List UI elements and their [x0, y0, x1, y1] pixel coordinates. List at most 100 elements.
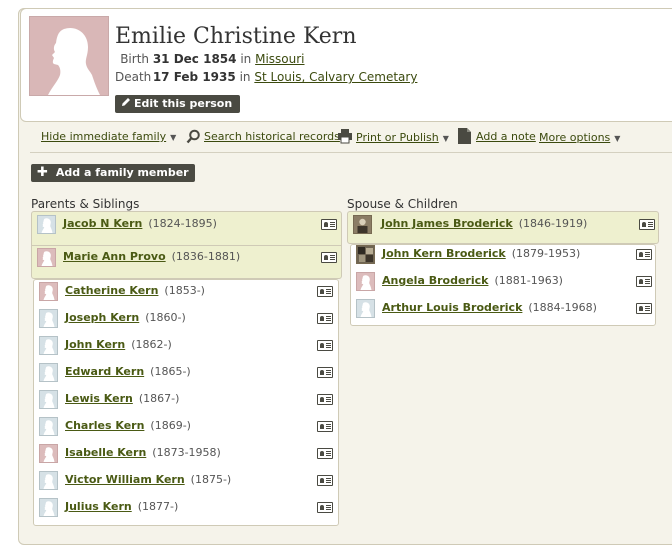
- hide-family-label: Hide immediate family: [41, 130, 167, 143]
- person-link[interactable]: John Kern Broderick (1879-1953): [382, 247, 580, 260]
- person-link[interactable]: Marie Ann Provo (1836-1881): [63, 250, 240, 263]
- add-family-member-button[interactable]: ✚ Add a family member: [31, 164, 195, 182]
- profile-card-icon[interactable]: [317, 475, 333, 486]
- spouse-row[interactable]: John James Broderick (1846-1919): [347, 211, 659, 238]
- profile-card-icon[interactable]: [317, 313, 333, 324]
- person-row[interactable]: Victor William Kern (1875-): [33, 467, 339, 494]
- person-link[interactable]: Lewis Kern (1867-): [65, 392, 179, 405]
- person-link[interactable]: Jacob N Kern (1824-1895): [63, 217, 217, 230]
- person-dates: (1846-1919): [518, 217, 588, 230]
- person-link[interactable]: John James Broderick (1846-1919): [381, 217, 587, 230]
- plus-icon: ✚: [37, 165, 48, 180]
- profile-card-icon[interactable]: [636, 303, 652, 314]
- print-publish-label: Print or Publish: [356, 131, 439, 144]
- person-dates: (1836-1881): [171, 250, 241, 263]
- person-photo-icon[interactable]: [353, 215, 372, 234]
- death-place-link[interactable]: St Louis, Calvary Cemetary: [254, 70, 417, 84]
- person-link[interactable]: Arthur Louis Broderick (1884-1968): [382, 301, 597, 314]
- person-row[interactable]: Joseph Kern (1860-): [33, 305, 339, 332]
- person-photo-icon[interactable]: [356, 245, 375, 264]
- person-header: Emilie Christine Kern Birth 31 Dec 1854 …: [20, 8, 672, 122]
- print-publish-link[interactable]: Print or Publish ▼: [356, 131, 449, 144]
- person-row[interactable]: Lewis Kern (1867-): [33, 386, 339, 413]
- birth-date: 31 Dec 1854: [152, 52, 237, 66]
- birth-in: in: [240, 52, 252, 66]
- person-link[interactable]: Julius Kern (1877-): [65, 500, 178, 513]
- male-silhouette-icon[interactable]: [39, 417, 58, 436]
- edit-person-button[interactable]: Edit this person: [115, 95, 241, 113]
- male-silhouette-icon[interactable]: [39, 390, 58, 409]
- person-dates: (1869-): [150, 419, 191, 432]
- add-note-link[interactable]: Add a note: [476, 130, 536, 143]
- person-name-text: Angela Broderick: [382, 274, 489, 287]
- person-link[interactable]: Edward Kern (1865-): [65, 365, 191, 378]
- profile-card-icon[interactable]: [317, 421, 333, 432]
- person-link[interactable]: Victor William Kern (1875-): [65, 473, 231, 486]
- profile-card-icon[interactable]: [636, 276, 652, 287]
- person-row[interactable]: Isabelle Kern (1873-1958): [33, 440, 339, 467]
- person-row[interactable]: Edward Kern (1865-): [33, 359, 339, 386]
- male-silhouette-icon[interactable]: [39, 336, 58, 355]
- profile-card-icon[interactable]: [317, 286, 333, 297]
- profile-card-icon[interactable]: [317, 448, 333, 459]
- person-row[interactable]: Angela Broderick (1881-1963): [350, 268, 656, 295]
- person-dates: (1879-1953): [511, 247, 581, 260]
- person-dates: (1881-1963): [494, 274, 563, 287]
- birth-place-link[interactable]: Missouri: [255, 52, 304, 66]
- person-name-text: John James Broderick: [381, 217, 513, 230]
- profile-card-icon[interactable]: [317, 340, 333, 351]
- profile-card-icon[interactable]: [636, 249, 652, 260]
- parent-row[interactable]: Marie Ann Provo (1836-1881): [31, 244, 342, 271]
- person-row[interactable]: Catherine Kern (1853-): [33, 278, 339, 305]
- person-link[interactable]: Charles Kern (1869-): [65, 419, 191, 432]
- death-date: 17 Feb 1935: [152, 70, 236, 84]
- male-silhouette-icon[interactable]: [37, 215, 56, 234]
- profile-card-icon[interactable]: [317, 502, 333, 513]
- person-link[interactable]: Isabelle Kern (1873-1958): [65, 446, 221, 459]
- more-options-menu[interactable]: More options ▼: [539, 131, 620, 144]
- male-silhouette-icon[interactable]: [39, 309, 58, 328]
- person-name-text: Julius Kern: [65, 500, 132, 513]
- add-family-member-label: Add a family member: [55, 166, 189, 179]
- profile-card-icon[interactable]: [317, 394, 333, 405]
- person-row[interactable]: Arthur Louis Broderick (1884-1968): [350, 295, 656, 322]
- person-name-text: Victor William Kern: [65, 473, 185, 486]
- birth-fact: Birth 31 Dec 1854 in Missouri: [115, 52, 304, 66]
- toolbar-divider: [30, 152, 672, 153]
- person-row[interactable]: Charles Kern (1869-): [33, 413, 339, 440]
- edit-person-label: Edit this person: [134, 97, 233, 110]
- female-silhouette-icon[interactable]: [356, 272, 375, 291]
- person-name-text: Edward Kern: [65, 365, 145, 378]
- parent-row[interactable]: Jacob N Kern (1824-1895): [31, 211, 342, 238]
- male-silhouette-icon[interactable]: [39, 471, 58, 490]
- person-row[interactable]: John Kern Broderick (1879-1953): [350, 241, 656, 268]
- female-silhouette-icon[interactable]: [29, 16, 109, 96]
- person-row[interactable]: Julius Kern (1877-): [33, 494, 339, 521]
- profile-card-icon[interactable]: [321, 219, 337, 230]
- caret-down-icon: ▼: [442, 134, 449, 143]
- profile-card-icon[interactable]: [639, 219, 655, 230]
- person-link[interactable]: Angela Broderick (1881-1963): [382, 274, 563, 287]
- male-silhouette-icon[interactable]: [39, 363, 58, 382]
- female-silhouette-icon[interactable]: [39, 444, 58, 463]
- person-row[interactable]: John Kern (1862-): [33, 332, 339, 359]
- person-dates: (1877-): [137, 500, 179, 513]
- person-dates: (1865-): [150, 365, 191, 378]
- person-link[interactable]: Catherine Kern (1853-): [65, 284, 205, 297]
- person-link[interactable]: John Kern (1862-): [65, 338, 172, 351]
- female-silhouette-icon[interactable]: [39, 282, 58, 301]
- profile-card-icon[interactable]: [321, 252, 337, 263]
- male-silhouette-icon[interactable]: [356, 299, 375, 318]
- hide-family-link[interactable]: Hide immediate family ▼: [41, 130, 176, 143]
- person-link[interactable]: Joseph Kern (1860-): [65, 311, 186, 324]
- birth-label: Birth: [120, 52, 149, 66]
- person-name-text: Joseph Kern: [65, 311, 140, 324]
- person-dates: (1884-1968): [528, 301, 597, 314]
- caret-down-icon: ▼: [170, 133, 177, 142]
- person-name-text: Marie Ann Provo: [63, 250, 166, 263]
- person-name-text: Isabelle Kern: [65, 446, 147, 459]
- profile-card-icon[interactable]: [317, 367, 333, 378]
- search-records-link[interactable]: Search historical records: [204, 130, 340, 143]
- female-silhouette-icon[interactable]: [37, 248, 56, 267]
- male-silhouette-icon[interactable]: [39, 498, 58, 517]
